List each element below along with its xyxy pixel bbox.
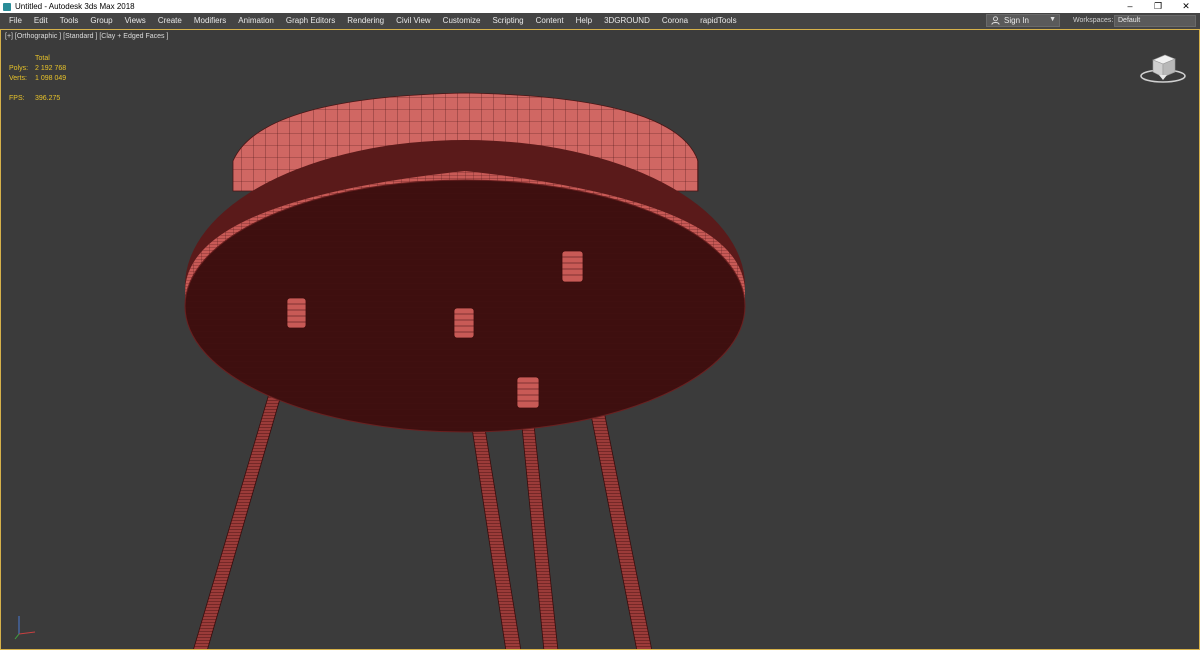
menu-tools[interactable]: Tools <box>54 13 85 29</box>
polys-label: Polys: <box>9 65 29 72</box>
viewport-label[interactable]: [+] [Orthographic ] [Standard ] [Clay + … <box>5 33 168 40</box>
minimize-button[interactable]: – <box>1116 0 1144 13</box>
menu-graph-editors[interactable]: Graph Editors <box>280 13 341 29</box>
window-title: Untitled - Autodesk 3ds Max 2018 <box>15 2 135 11</box>
menu-group[interactable]: Group <box>84 13 118 29</box>
window-controls: – ❐ ✕ <box>1116 0 1200 13</box>
verts-value: 1 098 049 <box>35 75 67 82</box>
stats-header: Total <box>35 55 50 62</box>
stats-spacer <box>9 84 66 94</box>
app-icon <box>3 2 11 11</box>
scene-model[interactable] <box>1 30 1199 649</box>
menu-rapidtools[interactable]: rapidTools <box>694 13 742 29</box>
restore-button[interactable]: ❐ <box>1144 0 1172 13</box>
rod-cap-2 <box>453 307 475 339</box>
menu-3dground[interactable]: 3DGROUND <box>598 13 656 29</box>
fps-label: FPS: <box>9 95 25 102</box>
menu-corona[interactable]: Corona <box>656 13 694 29</box>
sign-in-label: Sign In <box>1004 16 1029 25</box>
menu-scripting[interactable]: Scripting <box>486 13 529 29</box>
menu-views[interactable]: Views <box>119 13 152 29</box>
stats-polys: Polys: 2 192 768 <box>9 64 66 74</box>
stats-verts: Verts: 1 098 049 <box>9 74 66 84</box>
menu-file[interactable]: File <box>3 13 28 29</box>
chevron-down-icon: ▼ <box>1049 16 1056 23</box>
menu-items: File Edit Tools Group Views Create Modif… <box>0 13 743 29</box>
rod-3 <box>519 405 559 649</box>
menu-bar: File Edit Tools Group Views Create Modif… <box>0 13 1200 29</box>
menu-create[interactable]: Create <box>152 13 188 29</box>
menu-edit[interactable]: Edit <box>28 13 54 29</box>
verts-label: Verts: <box>9 75 27 82</box>
sign-in-dropdown[interactable]: Sign In ▼ <box>986 14 1060 27</box>
menu-customize[interactable]: Customize <box>437 13 487 29</box>
stats-fps: FPS: 396.275 <box>9 94 66 104</box>
polys-value: 2 192 768 <box>35 65 67 72</box>
close-button[interactable]: ✕ <box>1172 0 1200 13</box>
menu-civil-view[interactable]: Civil View <box>390 13 437 29</box>
menu-rendering[interactable]: Rendering <box>341 13 390 29</box>
menu-content[interactable]: Content <box>530 13 570 29</box>
axis-tripod-icon <box>14 616 36 640</box>
menu-animation[interactable]: Animation <box>232 13 280 29</box>
rod-cap-1 <box>286 297 307 329</box>
viewcube-icon[interactable] <box>1139 48 1191 86</box>
rod-cap-4 <box>561 250 584 283</box>
canopy-bottom <box>184 179 746 433</box>
user-icon <box>989 15 1001 26</box>
menu-modifiers[interactable]: Modifiers <box>188 13 232 29</box>
workspaces-label: Workspaces: <box>1073 17 1114 24</box>
workspaces-select[interactable]: Default <box>1114 15 1196 27</box>
statistics-overlay: Total Polys: 2 192 768 Verts: 1 098 049 … <box>9 54 66 104</box>
menu-help[interactable]: Help <box>570 13 598 29</box>
viewport[interactable]: [+] [Orthographic ] [Standard ] [Clay + … <box>0 29 1200 650</box>
fps-value: 396.275 <box>35 95 61 102</box>
rod-cap-3 <box>516 376 540 409</box>
title-bar: Untitled - Autodesk 3ds Max 2018 – ❐ ✕ <box>0 0 1200 13</box>
